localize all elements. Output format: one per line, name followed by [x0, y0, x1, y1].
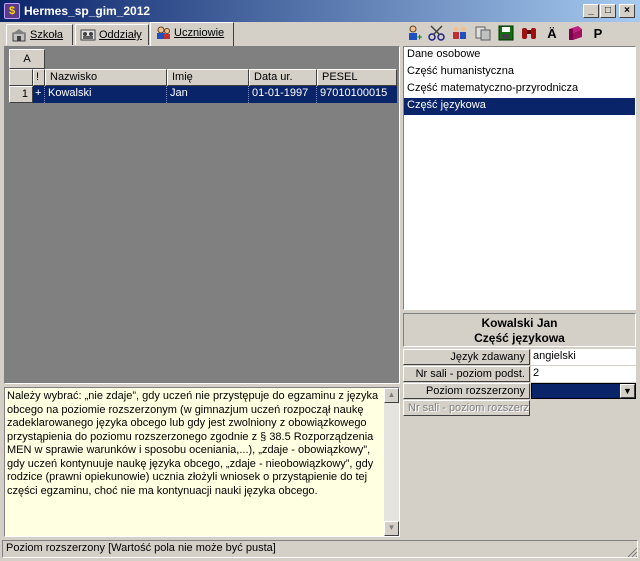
- students-grid[interactable]: A ! Nazwisko Imię Data ur. PESEL 1 + Kow…: [4, 46, 400, 384]
- help-text: Należy wybrać: „nie zdaje”, gdy uczeń ni…: [7, 390, 379, 497]
- classes-icon: [80, 28, 96, 42]
- resize-grip-icon[interactable]: [626, 546, 638, 558]
- table-row[interactable]: 1 + Kowalski Jan 01-01-1997 97010100015: [9, 86, 397, 103]
- list-item-czesc-mat-przyr[interactable]: Część matematyczno-przyrodnicza: [404, 81, 635, 98]
- sections-list[interactable]: Dane osobowe Część humanistyczna Część m…: [403, 46, 636, 310]
- language-label[interactable]: Język zdawany: [403, 349, 530, 365]
- row-flag[interactable]: +: [33, 86, 45, 103]
- save-icon[interactable]: [496, 25, 516, 43]
- dropdown-arrow-icon[interactable]: ▼: [620, 384, 635, 398]
- cell-surname[interactable]: Kowalski: [45, 86, 167, 103]
- cell-name[interactable]: Jan: [167, 86, 249, 103]
- column-nazwisko[interactable]: Nazwisko: [45, 69, 167, 86]
- add-student-icon[interactable]: +: [404, 25, 424, 43]
- list-item-czesc-humanistyczna[interactable]: Część humanistyczna: [404, 64, 635, 81]
- row-number[interactable]: 1: [9, 86, 33, 103]
- maximize-button[interactable]: □: [600, 4, 616, 18]
- school-icon: [11, 28, 27, 42]
- column-flag[interactable]: !: [33, 69, 45, 86]
- language-field[interactable]: angielski: [531, 349, 636, 365]
- app-icon[interactable]: $: [4, 3, 20, 19]
- tab-szkola[interactable]: Szkoła: [6, 24, 73, 45]
- binoculars-icon[interactable]: [519, 25, 539, 43]
- list-item-czesc-jezykowa[interactable]: Część językowa: [404, 98, 635, 115]
- window-title: Hermes_sp_gim_2012: [24, 4, 151, 18]
- list-item-dane-osobowe[interactable]: Dane osobowe: [404, 47, 635, 64]
- minimize-button[interactable]: _: [583, 4, 599, 18]
- extended-level-label[interactable]: Poziom rozszerzony: [403, 383, 530, 399]
- status-bar: Poziom rozszerzony [Wartość pola nie moż…: [2, 540, 638, 558]
- column-imie[interactable]: Imię: [167, 69, 249, 86]
- cell-birth-date[interactable]: 01-01-1997: [249, 86, 317, 103]
- grid-body: ! Nazwisko Imię Data ur. PESEL 1 + Kowal…: [5, 69, 399, 383]
- room-basic-label[interactable]: Nr sali - poziom podst.: [403, 366, 530, 382]
- student-name: Kowalski Jan: [481, 316, 558, 330]
- move-icon[interactable]: [473, 25, 493, 43]
- room-extended-label: Nr sali - poziom rozszerz.: [403, 400, 530, 416]
- scroll-up-icon[interactable]: ▲: [384, 388, 399, 403]
- status-text: Poziom rozszerzony [Wartość pola nie moż…: [6, 542, 276, 554]
- column-pesel[interactable]: PESEL: [317, 69, 397, 86]
- tab-oddzialy[interactable]: Oddziały: [75, 24, 149, 45]
- umlaut-icon[interactable]: Ä: [542, 25, 562, 43]
- students-icon: [155, 26, 171, 40]
- p-icon[interactable]: P: [588, 25, 608, 43]
- cell-pesel[interactable]: 97010100015: [317, 86, 397, 103]
- column-data-ur[interactable]: Data ur.: [249, 69, 317, 86]
- section-title: Część językowa: [474, 331, 565, 345]
- help-panel[interactable]: Należy wybrać: „nie zdaje”, gdy uczeń ni…: [4, 387, 400, 537]
- row-header-corner: [9, 69, 33, 86]
- book-icon[interactable]: [565, 25, 585, 43]
- student-info-header: Kowalski Jan Część językowa: [403, 313, 636, 347]
- scroll-down-icon[interactable]: ▼: [384, 521, 399, 536]
- cut-icon[interactable]: [427, 25, 447, 43]
- extended-level-select[interactable]: ▼: [531, 383, 636, 399]
- group-icon[interactable]: [450, 25, 470, 43]
- svg-text:+: +: [417, 32, 422, 41]
- help-scrollbar[interactable]: ▲ ▼: [384, 388, 399, 536]
- tab-uczniowie[interactable]: Uczniowie: [150, 22, 234, 46]
- close-button[interactable]: ×: [619, 4, 635, 18]
- room-basic-field[interactable]: 2: [531, 366, 636, 382]
- filter-tab-a[interactable]: A: [9, 49, 45, 69]
- title-bar[interactable]: $ Hermes_sp_gim_2012 _ □ ×: [0, 0, 640, 22]
